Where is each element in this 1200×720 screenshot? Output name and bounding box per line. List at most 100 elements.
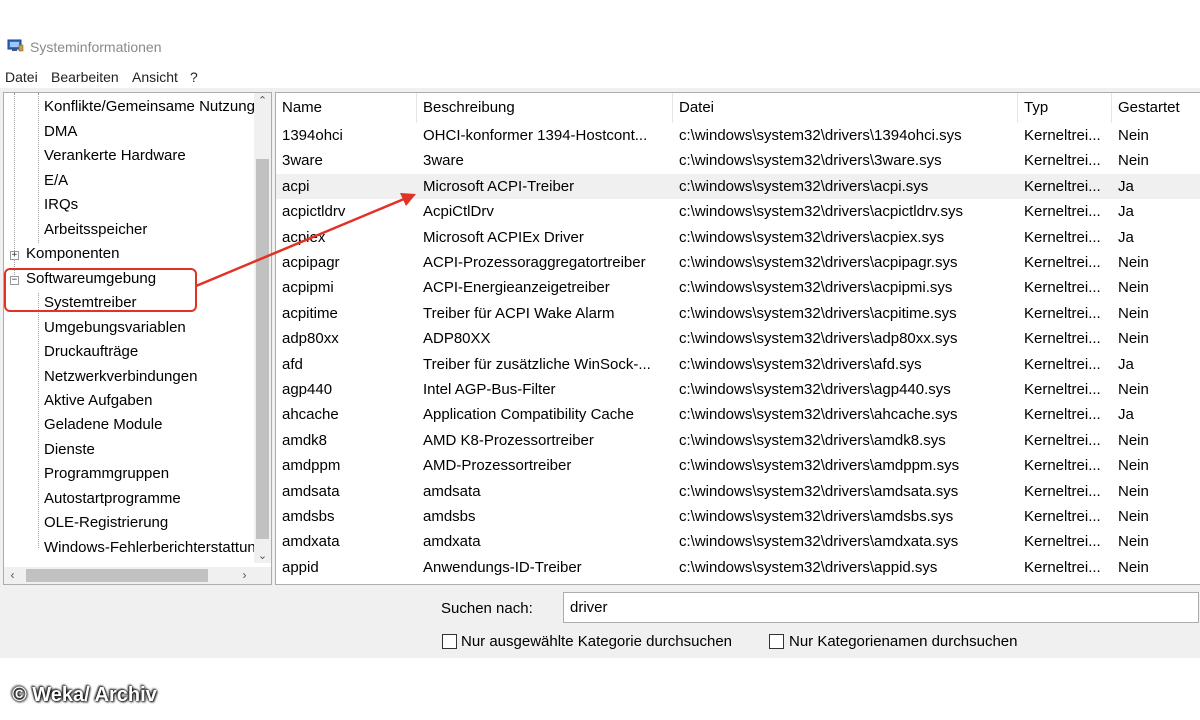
column-header-name[interactable]: Name xyxy=(276,93,417,123)
cell-beschreibung: AMD K8-Prozessortreiber xyxy=(423,431,594,449)
tree-item-dma[interactable]: DMA xyxy=(44,123,77,140)
tree-item-aktive-aufgaben[interactable]: Aktive Aufgaben xyxy=(44,392,152,409)
table-row[interactable]: afd Treiber für zusätzliche WinSock-... c:… xyxy=(276,352,1200,377)
table-row[interactable]: 1394ohci OHCI-konformer 1394-Hostcont... c… xyxy=(276,123,1200,148)
cell-gestartet: Nein xyxy=(1118,508,1149,525)
table-row[interactable]: amdppm AMD-Prozessortreiber c:\windows\sys… xyxy=(276,453,1200,478)
cell-typ: Kerneltrei... xyxy=(1024,177,1101,195)
column-header-beschreibung[interactable]: Beschreibung xyxy=(417,93,673,123)
chevron-up-icon[interactable]: ⌃ xyxy=(254,93,271,110)
search-input[interactable] xyxy=(563,592,1199,623)
table-row[interactable]: agp440 Intel AGP-Bus-Filter c:\windows\sys… xyxy=(276,377,1200,402)
cell-beschreibung: Application Compatibility Cache xyxy=(423,406,634,424)
chevron-right-icon[interactable]: › xyxy=(236,567,253,584)
cell-gestartet: Nein xyxy=(1118,431,1149,449)
menu-help[interactable]: ? xyxy=(190,69,198,85)
cell-typ: Kerneltrei... xyxy=(1024,533,1101,551)
chevron-down-icon[interactable]: ⌄ xyxy=(254,548,271,565)
tree-item-arbeitsspeicher[interactable]: Arbeitsspeicher xyxy=(44,221,147,238)
column-header-typ[interactable]: Typ xyxy=(1018,93,1112,123)
table-row[interactable]: amdxata amdxata c:\windows\system32\driver… xyxy=(276,529,1200,554)
cell-name: amdk8 xyxy=(282,431,328,449)
cell-gestartet: Nein xyxy=(1118,279,1149,297)
tree-item-windows-fehlerberichterstattung[interactable]: Windows-Fehlerberichterstattung xyxy=(44,539,264,556)
tree-item-programmgruppen[interactable]: Programmgruppen xyxy=(44,465,169,482)
cell-name: acpipagr xyxy=(282,254,340,271)
cell-name: ahcache xyxy=(282,406,339,424)
tree-item-ea[interactable]: E/A xyxy=(44,172,68,189)
cell-gestartet: Ja xyxy=(1118,228,1134,246)
cell-name: appid xyxy=(282,558,319,576)
cell-datei: c:\windows\system32\drivers\3ware.sys xyxy=(679,152,942,170)
category-tree[interactable]: Konflikte/Gemeinsame Nutzung DMA Veranke… xyxy=(3,92,272,585)
cell-gestartet: Ja xyxy=(1118,355,1134,373)
table-row[interactable]: acpipagr ACPI-Prozessoraggregatortreiber c… xyxy=(276,250,1200,275)
cell-gestartet: Nein xyxy=(1118,457,1149,475)
cell-typ: Kerneltrei... xyxy=(1024,558,1101,576)
cell-datei: c:\windows\system32\drivers\afd.sys xyxy=(679,355,922,373)
table-row[interactable]: amdk8 AMD K8-Prozessortreiber c:\windows\s… xyxy=(276,428,1200,453)
tree-item-autostartprogramme[interactable]: Autostartprogramme xyxy=(44,490,181,507)
search-panel: Suchen nach: Nur ausgewählte Kategorie d… xyxy=(0,588,1200,658)
cell-typ: Kerneltrei... xyxy=(1024,304,1101,322)
cell-beschreibung: Intel AGP-Bus-Filter xyxy=(423,381,556,398)
column-header-gestartet[interactable]: Gestartet xyxy=(1112,93,1200,123)
cell-datei: c:\windows\system32\drivers\agp440.sys xyxy=(679,381,951,398)
cell-name: adp80xx xyxy=(282,330,339,348)
cell-typ: Kerneltrei... xyxy=(1024,127,1101,144)
table-row[interactable]: adp80xx ADP80XX c:\windows\system32\driver… xyxy=(276,326,1200,351)
cell-beschreibung: amdxata xyxy=(423,533,481,551)
main-area: Konflikte/Gemeinsame Nutzung DMA Veranke… xyxy=(0,88,1200,588)
table-row[interactable]: amdsata amdsata c:\windows\system32\driver… xyxy=(276,479,1200,504)
tree-item-netzwerkverbindungen[interactable]: Netzwerkverbindungen xyxy=(44,368,197,385)
tree-item-dienste[interactable]: Dienste xyxy=(44,441,95,458)
watermark: © Weka/ Archiv xyxy=(12,684,157,706)
cell-gestartet: Ja xyxy=(1118,406,1134,424)
tree-item-ole-registrierung[interactable]: OLE-Registrierung xyxy=(44,514,168,531)
cell-datei: c:\windows\system32\drivers\acpi.sys xyxy=(679,177,929,195)
tree-item-verankerte-hardware[interactable]: Verankerte Hardware xyxy=(44,147,186,164)
tree-vertical-scroll-thumb[interactable] xyxy=(256,159,269,539)
cell-typ: Kerneltrei... xyxy=(1024,254,1101,271)
table-row[interactable]: appid Anwendungs-ID-Treiber c:\windows\sys… xyxy=(276,555,1200,580)
column-header-datei[interactable]: Datei xyxy=(673,93,1018,123)
table-row[interactable]: acpictldrv AcpiCtlDrv c:\windows\system32\… xyxy=(276,199,1200,224)
menu-bar: Datei Bearbeiten Ansicht ? xyxy=(0,64,1200,88)
cell-gestartet: Nein xyxy=(1118,152,1149,170)
cell-gestartet: Nein xyxy=(1118,482,1149,500)
tree-item-geladene-module[interactable]: Geladene Module xyxy=(44,416,162,433)
table-row[interactable]: acpipmi ACPI-Energieanzeigetreiber c:\wind… xyxy=(276,275,1200,300)
tree-item-druckauftraege[interactable]: Druckaufträge xyxy=(44,343,138,360)
cell-gestartet: Ja xyxy=(1118,203,1134,221)
driver-table[interactable]: Name Beschreibung Datei Typ Gestartet 13… xyxy=(275,92,1200,585)
cell-datei: c:\windows\system32\drivers\amdk8.sys xyxy=(679,431,946,449)
cell-name: agp440 xyxy=(282,381,333,398)
expand-komponenten-icon[interactable]: + xyxy=(10,251,19,260)
checkbox-category-names[interactable] xyxy=(769,634,784,649)
cell-gestartet: Nein xyxy=(1118,254,1149,271)
table-row[interactable]: amdsbs amdsbs c:\windows\system32\drivers\… xyxy=(276,504,1200,529)
table-row[interactable]: acpi Microsoft ACPI-Treiber c:\windows\sys… xyxy=(276,173,1200,199)
table-row[interactable]: 3ware 3ware c:\windows\system32\drivers\3w… xyxy=(276,148,1200,173)
cell-name: amdsbs xyxy=(282,508,335,525)
tree-item-umgebungsvariablen[interactable]: Umgebungsvariablen xyxy=(44,319,186,336)
checkbox-selected-category[interactable] xyxy=(442,634,457,649)
menu-datei[interactable]: Datei xyxy=(5,69,38,85)
cell-typ: Kerneltrei... xyxy=(1024,228,1101,246)
table-row[interactable]: ahcache Application Compatibility Cache c:… xyxy=(276,402,1200,427)
cell-typ: Kerneltrei... xyxy=(1024,457,1101,475)
menu-ansicht[interactable]: Ansicht xyxy=(132,69,178,85)
menu-bearbeiten[interactable]: Bearbeiten xyxy=(51,69,119,85)
cell-datei: c:\windows\system32\drivers\acpiex.sys xyxy=(679,228,945,246)
chevron-left-icon[interactable]: ‹ xyxy=(4,567,21,584)
cell-beschreibung: amdsbs xyxy=(423,508,476,525)
cell-datei: c:\windows\system32\drivers\1394ohci.sys xyxy=(679,127,962,144)
tree-item-irqs[interactable]: IRQs xyxy=(44,196,78,213)
table-row[interactable]: acpiex Microsoft ACPIEx Driver c:\windows\… xyxy=(276,225,1200,250)
tree-item-konflikte[interactable]: Konflikte/Gemeinsame Nutzung xyxy=(44,98,255,115)
tree-horizontal-scroll-thumb[interactable] xyxy=(26,569,208,582)
cell-name: acpitime xyxy=(282,304,338,322)
cell-typ: Kerneltrei... xyxy=(1024,431,1101,449)
tree-item-komponenten[interactable]: Komponenten xyxy=(26,245,119,262)
table-row[interactable]: acpitime Treiber für ACPI Wake Alarm c:\wi… xyxy=(276,301,1200,326)
